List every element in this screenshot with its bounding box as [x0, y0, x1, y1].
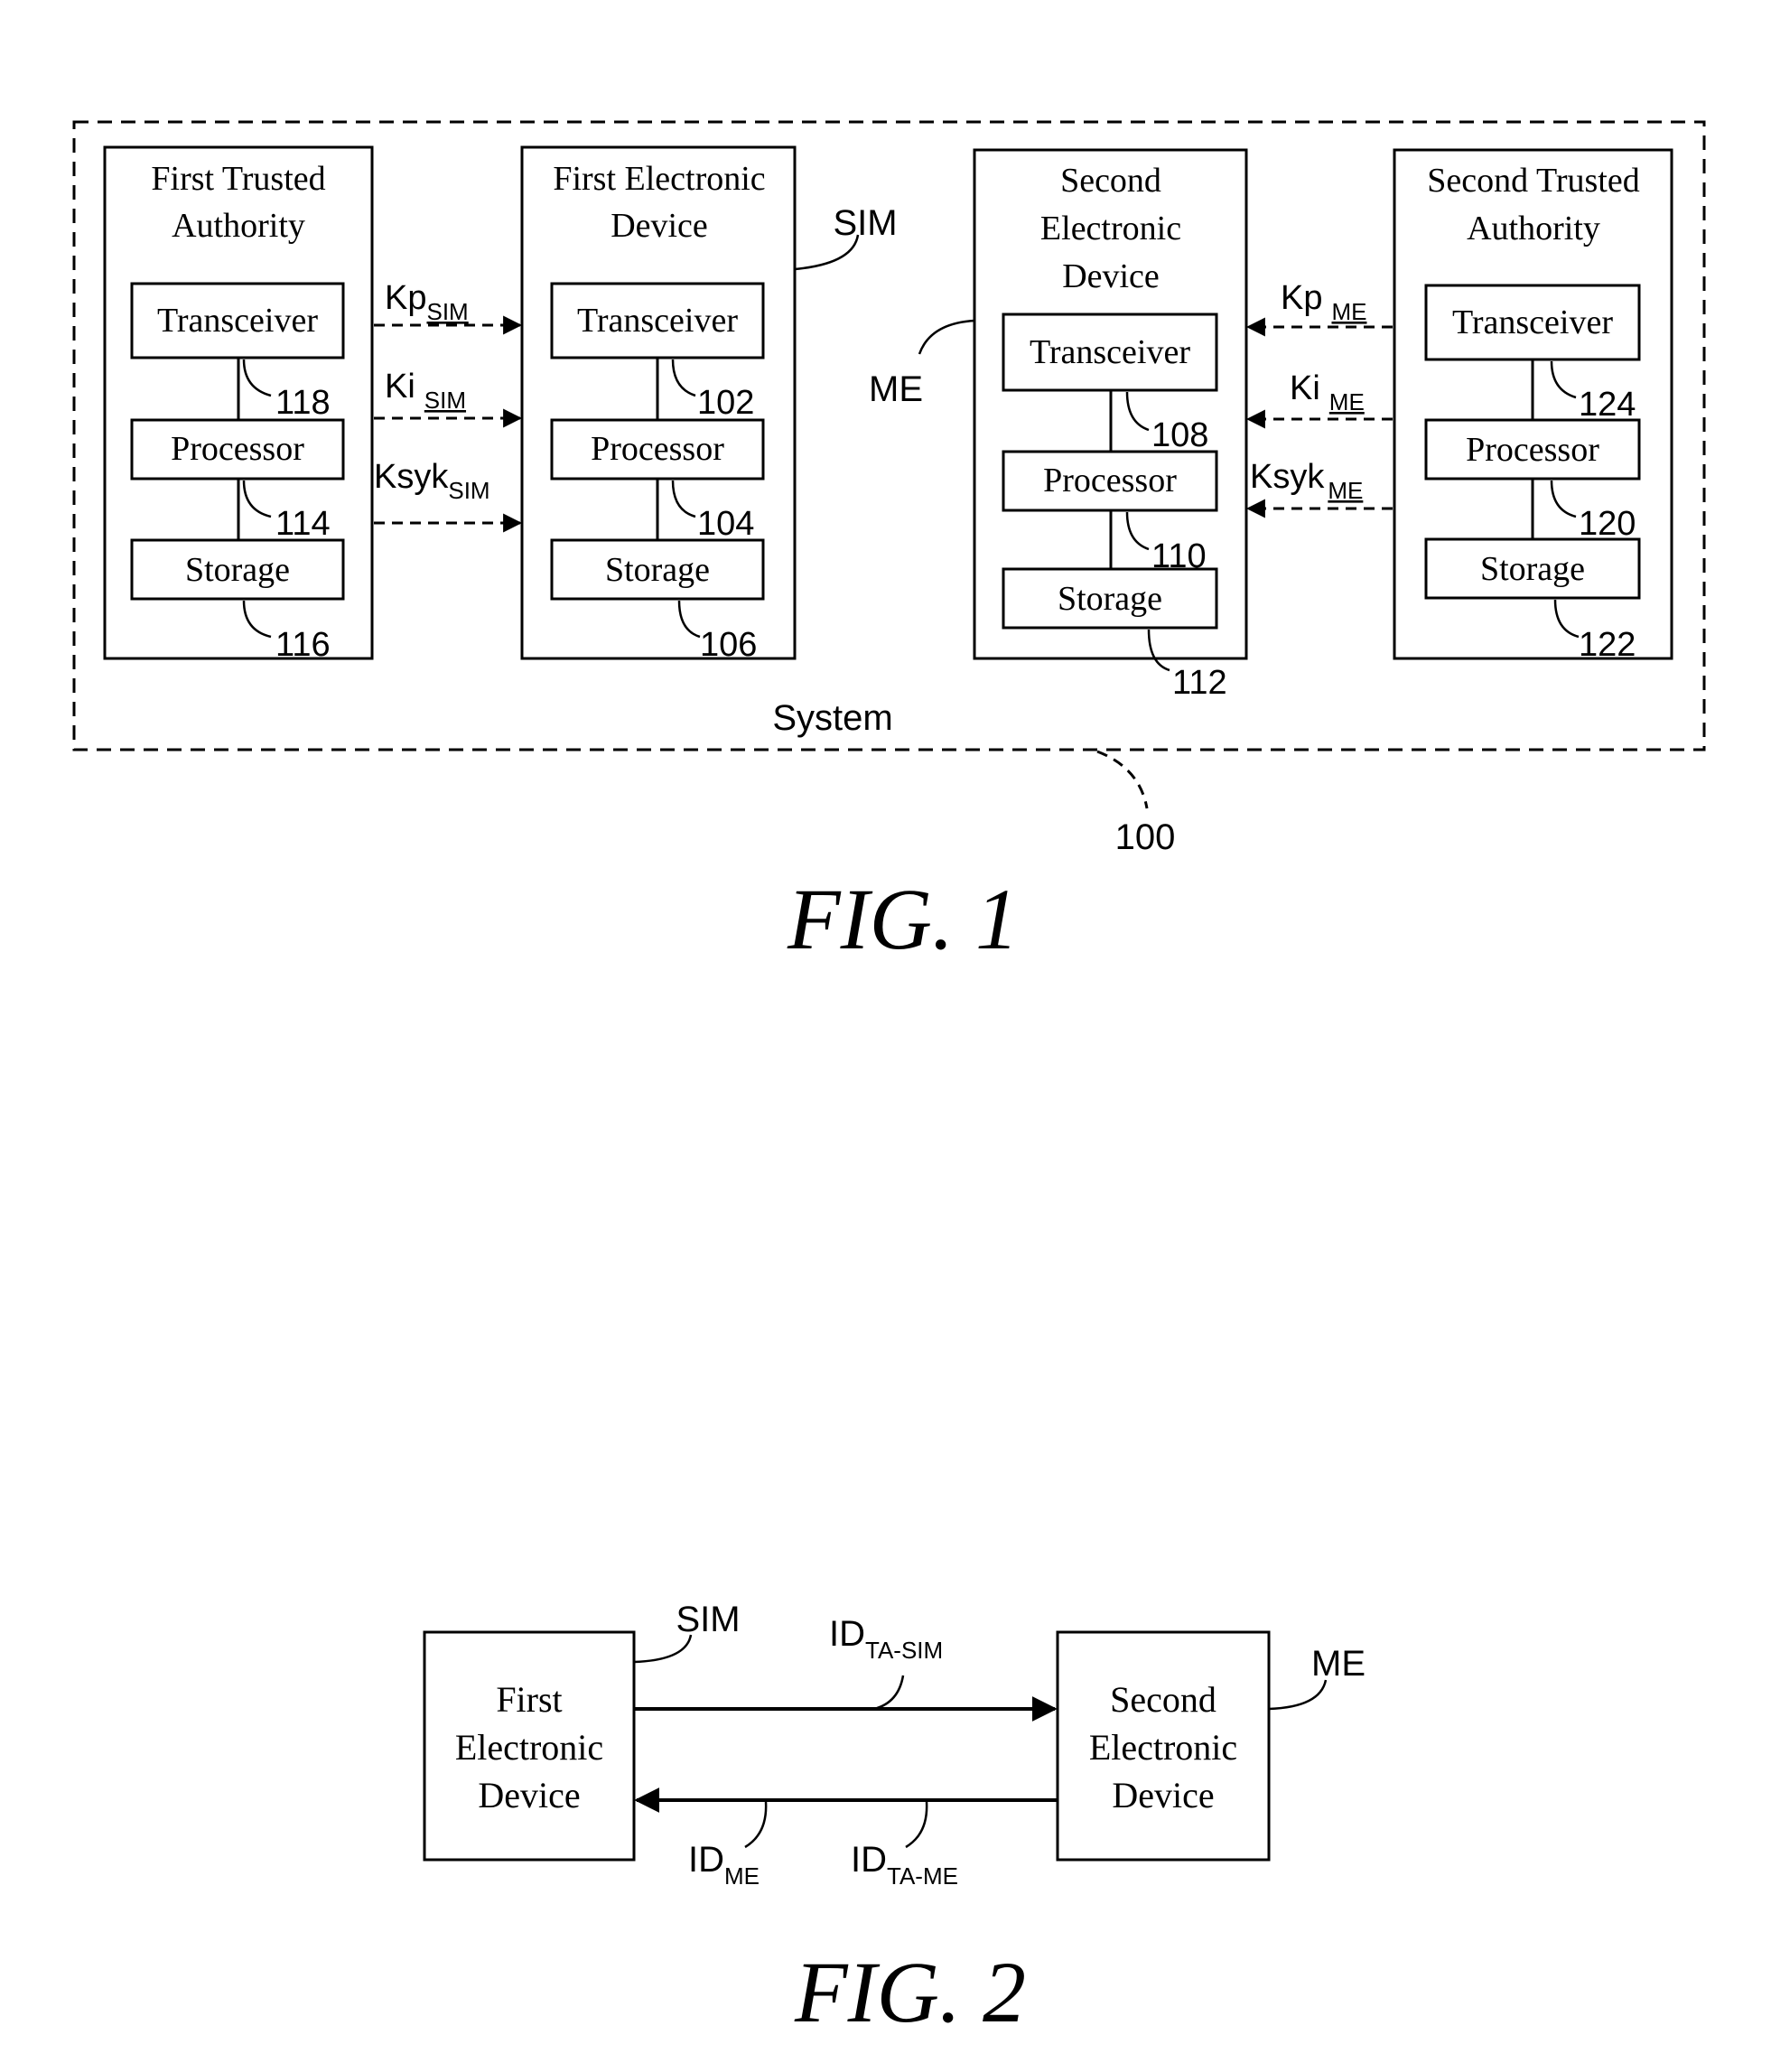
ref-number: 108 [1151, 416, 1208, 454]
block-title-line-2: Electronic [455, 1727, 603, 1768]
ref-number: 106 [700, 626, 757, 664]
ref-number: 112 [1172, 664, 1227, 702]
transceiver-label: Transceiver [1030, 333, 1190, 371]
ref-number: 116 [275, 626, 331, 664]
ref-number: 122 [1579, 626, 1636, 664]
me-tag-leader [1268, 1679, 1328, 1711]
block-title-line-3: Device [1062, 257, 1160, 295]
block-title-line-3: Device [478, 1775, 580, 1815]
ref-number: 110 [1151, 537, 1207, 575]
storage-label: Storage [1058, 580, 1162, 618]
figure-1-caption: FIG. 1 [787, 871, 1019, 967]
ksyk-sim-label: KsykSIM [374, 458, 490, 504]
block-title-line-1: First [496, 1679, 562, 1720]
block-title-line-1: Second Trusted [1427, 162, 1639, 200]
left-key-arrows: KpSIM Ki SIM KsykSIM [374, 279, 523, 533]
storage-label: Storage [1480, 550, 1585, 588]
transceiver-label: Transceiver [157, 302, 318, 340]
ref-number: 114 [275, 505, 331, 543]
processor-label: Processor [591, 430, 724, 468]
processor-label: Processor [171, 430, 304, 468]
ref-number: 104 [697, 505, 754, 543]
figure-2-caption: FIG. 2 [794, 1944, 1026, 2040]
id-ta-me-label: IDTA-ME [851, 1840, 958, 1890]
transceiver-label: Transceiver [1452, 303, 1613, 341]
block-title-line-1: Second [1110, 1679, 1216, 1720]
block-first-electronic-device: First Electronic Device Transceiver Proc… [520, 145, 898, 664]
processor-label: Processor [1466, 431, 1599, 469]
id-ta-sim-label: IDTA-SIM [829, 1614, 943, 1664]
right-key-arrows: Kp ME Ki ME Ksyk ME [1245, 279, 1393, 518]
block-title-line-1: First Trusted [151, 160, 325, 198]
system-ref-number: 100 [1115, 817, 1176, 857]
block-title-line-2: Electronic [1040, 210, 1181, 247]
ref-number: 120 [1579, 505, 1636, 543]
ref-number: 118 [275, 384, 331, 422]
ksyk-me-label: Ksyk ME [1250, 458, 1363, 504]
block-title-line-1: First Electronic [553, 160, 765, 198]
kp-sim-label: KpSIM [385, 279, 469, 325]
id-me-label: IDME [688, 1840, 760, 1890]
block-title-line-2: Electronic [1089, 1727, 1237, 1768]
block-title-line-2: Authority [1467, 210, 1600, 247]
ki-me-label: Ki ME [1290, 369, 1365, 415]
patent-drawing: System 100 First Trusted Authority Trans… [72, 120, 1706, 2040]
block-second-trusted-authority: Second Trusted Authority Transceiver Pro… [1393, 148, 1673, 664]
transceiver-label: Transceiver [577, 302, 738, 340]
figure-1: System 100 First Trusted Authority Trans… [72, 120, 1706, 967]
me-tag: ME [869, 369, 923, 409]
ki-sim-label: Ki SIM [385, 368, 466, 414]
block-first-trusted-authority: First Trusted Authority Transceiver Proc… [103, 145, 374, 664]
block-title-line-3: Device [1112, 1775, 1214, 1815]
ref-number: 102 [697, 384, 754, 422]
block-title-line-1: Second [1060, 162, 1161, 200]
ref-number: 124 [1579, 386, 1636, 424]
me-tag: ME [1311, 1644, 1366, 1684]
storage-label: Storage [605, 551, 710, 589]
block-title-line-2: Device [611, 207, 708, 245]
me-tag-leader [918, 319, 975, 355]
figure-2: First Electronic Device SIM Second Elect… [423, 1600, 1366, 2040]
sim-tag: SIM [676, 1600, 740, 1639]
storage-label: Storage [185, 551, 290, 589]
sim-tag: SIM [833, 203, 897, 243]
system-label: System [772, 698, 892, 738]
block-second-electronic-device: Second Electronic Device Transceiver Pro… [869, 148, 1248, 702]
block-title-line-2: Authority [172, 207, 305, 245]
kp-me-label: Kp ME [1281, 279, 1366, 325]
processor-label: Processor [1043, 462, 1177, 499]
system-ref-leader [1096, 750, 1149, 809]
